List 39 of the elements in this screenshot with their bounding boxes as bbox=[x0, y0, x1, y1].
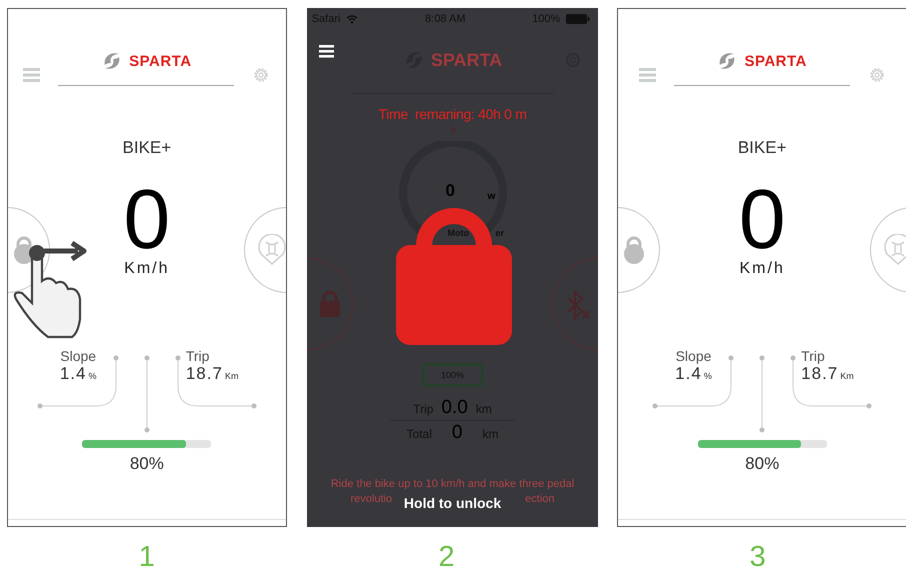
stat-label: Trip bbox=[801, 348, 826, 364]
stat-label: Slope bbox=[676, 348, 712, 364]
settings-icon[interactable] bbox=[868, 66, 886, 84]
brand-name: SPARTA bbox=[744, 52, 807, 70]
power-unit: w bbox=[488, 191, 496, 202]
step-number: 1 bbox=[138, 541, 155, 574]
battery-icon bbox=[566, 14, 590, 24]
mode-label: BIKE+ bbox=[738, 138, 786, 158]
brand-name: SPARTA bbox=[129, 52, 192, 70]
time-remaining: Time remaning: 40h 0 m bbox=[378, 106, 527, 122]
battery-reading: 80% bbox=[130, 454, 164, 474]
hint-text: revolutio bbox=[350, 493, 392, 505]
speed-unit: Km/h bbox=[124, 260, 170, 278]
step-number: 2 bbox=[438, 541, 455, 574]
speed-value: 0 bbox=[738, 182, 786, 258]
shield-icon bbox=[256, 234, 286, 266]
lock-icon bbox=[623, 236, 646, 264]
step-number: 3 bbox=[750, 541, 766, 574]
hint-text: Ride the bike up to 10 km/h and make three pedal bbox=[330, 478, 574, 490]
shield-icon bbox=[883, 234, 906, 266]
brand-name: SPARTA bbox=[430, 50, 502, 70]
stat-value: 18.7 Km bbox=[186, 364, 238, 384]
speed-unit: Km/h bbox=[740, 260, 785, 278]
menu-icon[interactable] bbox=[318, 45, 334, 58]
speed-value: 0 bbox=[123, 182, 170, 258]
stat-value: 1.4% bbox=[60, 364, 96, 384]
power-value: 0 bbox=[446, 181, 455, 201]
hint-text: ection bbox=[525, 493, 555, 505]
total-value: 0 bbox=[452, 422, 462, 444]
stat-label: Trip bbox=[186, 348, 210, 364]
battery-reading: 80% bbox=[745, 454, 780, 474]
stat-value: 1.4% bbox=[675, 364, 712, 384]
unlock-instruction: Hold to unlock bbox=[404, 495, 502, 511]
trip-value: 0.0 bbox=[441, 397, 468, 419]
mode-label: BIKE+ bbox=[122, 138, 172, 158]
wifi-icon bbox=[346, 14, 358, 24]
stat-value: 18.7 Km bbox=[801, 364, 854, 384]
settings-icon[interactable] bbox=[252, 66, 270, 84]
stat-label: Slope bbox=[60, 348, 96, 364]
